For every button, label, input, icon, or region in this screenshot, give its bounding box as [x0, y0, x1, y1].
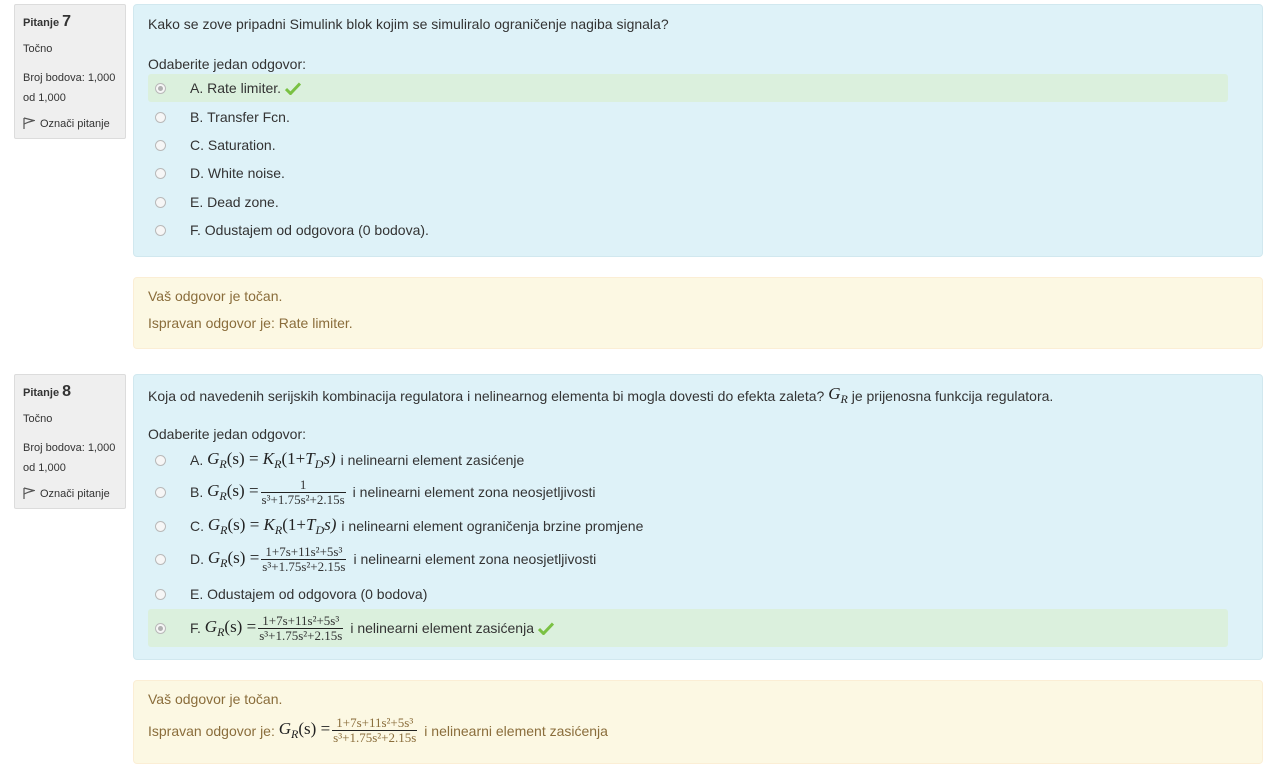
answer-option-b[interactable]: B. Transfer Fcn. [148, 103, 1228, 131]
question-outcome-7: Vaš odgovor je točan. Ispravan odgovor j… [133, 277, 1263, 349]
transfer-function: GR(s) = [207, 547, 260, 570]
answer-option-a[interactable]: A. Rate limiter. [148, 74, 1228, 102]
answer-prompt: Odaberite jedan odgovor: [148, 426, 306, 442]
answer-option-a[interactable]: A. GR(s) = KR(1+TDs) i nelinearni elemen… [148, 445, 1228, 475]
answer-option-e[interactable]: E. Odustajem od odgovora (0 bodova) [148, 580, 1228, 608]
radio-button[interactable] [155, 454, 166, 466]
question-grade: Broj bodova: 1,000 od 1,000 [23, 442, 116, 474]
right-answer: Ispravan odgovor je: GR(s) = 1+7s+11s²+5… [148, 715, 608, 745]
answer-prompt: Odaberite jedan odgovor: [148, 56, 306, 72]
answer-option-d[interactable]: D. White noise. [148, 159, 1228, 187]
answer-option-e[interactable]: E. Dead zone. [148, 188, 1228, 216]
question-state: Točno [23, 413, 53, 425]
radio-button[interactable] [155, 111, 166, 123]
answer-option-f[interactable]: F. Odustajem od odgovora (0 bodova). [148, 216, 1228, 244]
flag-question-button[interactable]: Označi pitanje [23, 117, 125, 130]
question-text: Koja od navedenih serijskih kombinacija … [148, 384, 1054, 406]
transfer-function: GR(s) = KR(1+TDs) [207, 514, 337, 537]
flag-icon [23, 117, 35, 129]
radio-button[interactable] [155, 520, 166, 532]
radio-button[interactable] [155, 224, 166, 236]
question-info-8: Pitanje 8 Točno Broj bodova: 1,000 od 1,… [14, 374, 126, 509]
transfer-function: GR(s) = [278, 719, 331, 741]
answer-option-b[interactable]: B. GR(s) = 1 s³+1.75s²+2.15s i nelinearni… [148, 475, 1228, 509]
answer-option-c[interactable]: C. GR(s) = KR(1+TDs) i nelinearni elemen… [148, 511, 1228, 541]
question-content-7: Kako se zove pripadni Simulink blok koji… [133, 4, 1263, 257]
fraction: 1 s³+1.75s²+2.15s [260, 476, 346, 507]
feedback-text: Vaš odgovor je točan. [148, 288, 283, 304]
question-state: Točno [23, 43, 53, 55]
radio-button[interactable] [155, 588, 166, 600]
radio-button[interactable] [155, 553, 166, 565]
radio-button[interactable] [155, 139, 166, 151]
question-grade: Broj bodova: 1,000 od 1,000 [23, 72, 116, 104]
checkmark-icon [285, 81, 302, 95]
flag-icon [23, 487, 35, 499]
fraction: 1+7s+11s²+5s³ s³+1.75s²+2.15s [332, 715, 418, 745]
answer-option-f[interactable]: F. GR(s) = 1+7s+11s²+5s³ s³+1.75s²+2.15s … [148, 609, 1228, 647]
transfer-function: GR(s) = [204, 616, 257, 639]
question-number: Pitanje 8 [23, 383, 72, 400]
transfer-function: GR(s) = KR(1+TDs) [207, 448, 336, 471]
radio-button[interactable] [155, 622, 166, 634]
checkmark-icon [538, 621, 554, 635]
math-symbol: GR [828, 384, 848, 406]
answer-option-c[interactable]: C. Saturation. [148, 131, 1228, 159]
radio-button[interactable] [155, 196, 166, 208]
feedback-text: Vaš odgovor je točan. [148, 691, 283, 707]
radio-button[interactable] [155, 486, 166, 498]
question-content-8: Koja od navedenih serijskih kombinacija … [133, 374, 1263, 660]
transfer-function: GR(s) = [207, 480, 259, 503]
question-number: Pitanje 7 [23, 13, 72, 30]
radio-button[interactable] [155, 167, 166, 179]
flag-question-button[interactable]: Označi pitanje [23, 487, 125, 500]
fraction: 1+7s+11s²+5s³ s³+1.75s²+2.15s [261, 543, 347, 574]
radio-button[interactable] [155, 82, 166, 94]
question-outcome-8: Vaš odgovor je točan. Ispravan odgovor j… [133, 680, 1263, 764]
fraction: 1+7s+11s²+5s³ s³+1.75s²+2.15s [258, 612, 344, 643]
question-info-7: Pitanje 7 Točno Broj bodova: 1,000 od 1,… [14, 4, 126, 139]
question-text: Kako se zove pripadni Simulink blok koji… [148, 16, 669, 32]
right-answer: Ispravan odgovor je: Rate limiter. [148, 315, 353, 331]
answer-option-d[interactable]: D. GR(s) = 1+7s+11s²+5s³ s³+1.75s²+2.15s … [148, 541, 1228, 577]
